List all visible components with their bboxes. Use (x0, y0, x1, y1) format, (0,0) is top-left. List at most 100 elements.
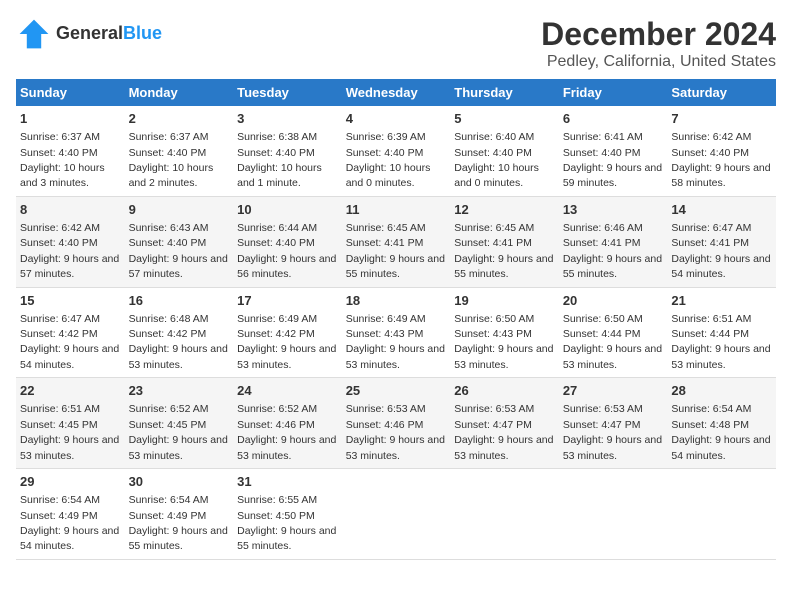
daylight-text: Daylight: 9 hours and 53 minutes. (346, 343, 445, 370)
calendar-cell (342, 469, 451, 560)
logo: GeneralBlue (16, 16, 162, 52)
calendar-cell: 5Sunrise: 6:40 AMSunset: 4:40 PMDaylight… (450, 106, 559, 196)
calendar-cell: 8Sunrise: 6:42 AMSunset: 4:40 PMDaylight… (16, 196, 125, 287)
day-number: 25 (346, 382, 447, 400)
day-number: 30 (129, 473, 230, 491)
sunset-text: Sunset: 4:40 PM (129, 147, 207, 159)
sunset-text: Sunset: 4:49 PM (20, 510, 98, 522)
day-number: 26 (454, 382, 555, 400)
calendar-table: SundayMondayTuesdayWednesdayThursdayFrid… (16, 79, 776, 560)
day-number: 19 (454, 292, 555, 310)
calendar-cell: 13Sunrise: 6:46 AMSunset: 4:41 PMDayligh… (559, 196, 668, 287)
day-header-friday: Friday (559, 79, 668, 106)
sunrise-text: Sunrise: 6:37 AM (20, 131, 100, 143)
daylight-text: Daylight: 9 hours and 59 minutes. (563, 162, 662, 189)
day-number: 27 (563, 382, 664, 400)
sunset-text: Sunset: 4:44 PM (671, 328, 749, 340)
week-row-4: 22Sunrise: 6:51 AMSunset: 4:45 PMDayligh… (16, 378, 776, 469)
daylight-text: Daylight: 9 hours and 53 minutes. (454, 343, 553, 370)
sunset-text: Sunset: 4:40 PM (346, 147, 424, 159)
sunrise-text: Sunrise: 6:42 AM (20, 222, 100, 234)
daylight-text: Daylight: 9 hours and 54 minutes. (671, 253, 770, 280)
calendar-cell: 3Sunrise: 6:38 AMSunset: 4:40 PMDaylight… (233, 106, 342, 196)
day-number: 13 (563, 201, 664, 219)
day-number: 3 (237, 110, 338, 128)
sunrise-text: Sunrise: 6:47 AM (20, 313, 100, 325)
week-row-2: 8 Sunrise: 6:42 AM Sunset: 4:40 PM Daylight… (16, 196, 776, 287)
sunset-text: Sunset: 4:47 PM (563, 419, 641, 431)
calendar-cell (559, 469, 668, 560)
logo-text: GeneralBlue (56, 24, 162, 44)
sunset-text: Sunset: 4:41 PM (563, 237, 641, 249)
sunrise-text: Sunrise: 6:54 AM (20, 494, 100, 506)
sunset-text: Sunset: 4:45 PM (129, 419, 207, 431)
day-number: 5 (454, 110, 555, 128)
week-row-3: 15Sunrise: 6:47 AMSunset: 4:42 PMDayligh… (16, 287, 776, 378)
calendar-cell: 28Sunrise: 6:54 AMSunset: 4:48 PMDayligh… (667, 378, 776, 469)
daylight-text: Daylight: 9 hours and 58 minutes. (671, 162, 770, 189)
daylight-text: Daylight: 9 hours and 55 minutes. (129, 525, 228, 552)
sunset-text: Sunset: 4:47 PM (454, 419, 532, 431)
calendar-cell (667, 469, 776, 560)
daylight-text: Daylight: 9 hours and 57 minutes. (20, 253, 119, 280)
sunrise-text: Sunrise: 6:46 AM (563, 222, 643, 234)
sunset-text: Sunset: 4:50 PM (237, 510, 315, 522)
calendar-cell: 6Sunrise: 6:41 AMSunset: 4:40 PMDaylight… (559, 106, 668, 196)
daylight-text: Daylight: 9 hours and 53 minutes. (20, 434, 119, 461)
sunset-text: Sunset: 4:49 PM (129, 510, 207, 522)
calendar-cell: 4Sunrise: 6:39 AMSunset: 4:40 PMDaylight… (342, 106, 451, 196)
calendar-cell: 22Sunrise: 6:51 AMSunset: 4:45 PMDayligh… (16, 378, 125, 469)
daylight-text: Daylight: 10 hours and 0 minutes. (454, 162, 539, 189)
sunrise-text: Sunrise: 6:44 AM (237, 222, 317, 234)
daylight-text: Daylight: 9 hours and 53 minutes. (237, 434, 336, 461)
day-number: 9 (129, 201, 230, 219)
day-number: 31 (237, 473, 338, 491)
day-header-wednesday: Wednesday (342, 79, 451, 106)
daylight-text: Daylight: 9 hours and 53 minutes. (671, 343, 770, 370)
sunrise-text: Sunrise: 6:51 AM (20, 403, 100, 415)
daylight-text: Daylight: 9 hours and 55 minutes. (346, 253, 445, 280)
sunrise-text: Sunrise: 6:37 AM (129, 131, 209, 143)
day-number: 8 (20, 201, 121, 219)
daylight-text: Daylight: 9 hours and 55 minutes. (454, 253, 553, 280)
calendar-cell: 26Sunrise: 6:53 AMSunset: 4:47 PMDayligh… (450, 378, 559, 469)
day-number: 12 (454, 201, 555, 219)
sunset-text: Sunset: 4:40 PM (563, 147, 641, 159)
calendar-cell: 19Sunrise: 6:50 AMSunset: 4:43 PMDayligh… (450, 287, 559, 378)
calendar-cell: 15Sunrise: 6:47 AMSunset: 4:42 PMDayligh… (16, 287, 125, 378)
sunset-text: Sunset: 4:42 PM (237, 328, 315, 340)
week-row-1: 1 Sunrise: 6:37 AM Sunset: 4:40 PM Daylight… (16, 106, 776, 196)
day-number: 17 (237, 292, 338, 310)
sunset-text: Sunset: 4:40 PM (237, 147, 315, 159)
sunrise-text: Sunrise: 6:51 AM (671, 313, 751, 325)
calendar-cell: 9Sunrise: 6:43 AMSunset: 4:40 PMDaylight… (125, 196, 234, 287)
logo-icon (16, 16, 52, 52)
sunrise-text: Sunrise: 6:39 AM (346, 131, 426, 143)
sunrise-text: Sunrise: 6:53 AM (563, 403, 643, 415)
sunrise-text: Sunrise: 6:50 AM (454, 313, 534, 325)
sunset-text: Sunset: 4:40 PM (237, 237, 315, 249)
sunset-text: Sunset: 4:43 PM (346, 328, 424, 340)
day-number: 4 (346, 110, 447, 128)
daylight-text: Daylight: 10 hours and 1 minute. (237, 162, 322, 189)
sunset-text: Sunset: 4:48 PM (671, 419, 749, 431)
daylight-text: Daylight: 9 hours and 54 minutes. (671, 434, 770, 461)
calendar-cell: 16Sunrise: 6:48 AMSunset: 4:42 PMDayligh… (125, 287, 234, 378)
day-header-saturday: Saturday (667, 79, 776, 106)
day-number: 1 (20, 110, 121, 128)
day-number: 10 (237, 201, 338, 219)
calendar-cell: 29Sunrise: 6:54 AMSunset: 4:49 PMDayligh… (16, 469, 125, 560)
day-header-sunday: Sunday (16, 79, 125, 106)
sunrise-text: Sunrise: 6:50 AM (563, 313, 643, 325)
calendar-cell: 27Sunrise: 6:53 AMSunset: 4:47 PMDayligh… (559, 378, 668, 469)
sunrise-text: Sunrise: 6:43 AM (129, 222, 209, 234)
calendar-cell: 18Sunrise: 6:49 AMSunset: 4:43 PMDayligh… (342, 287, 451, 378)
week-row-5: 29Sunrise: 6:54 AMSunset: 4:49 PMDayligh… (16, 469, 776, 560)
calendar-cell: 30Sunrise: 6:54 AMSunset: 4:49 PMDayligh… (125, 469, 234, 560)
daylight-text: Daylight: 9 hours and 56 minutes. (237, 253, 336, 280)
sunset-text: Sunset: 4:42 PM (20, 328, 98, 340)
title-area: December 2024 Pedley, California, United… (541, 16, 776, 71)
sunset-text: Sunset: 4:41 PM (346, 237, 424, 249)
calendar-cell: 7Sunrise: 6:42 AMSunset: 4:40 PMDaylight… (667, 106, 776, 196)
sunset-text: Sunset: 4:40 PM (454, 147, 532, 159)
